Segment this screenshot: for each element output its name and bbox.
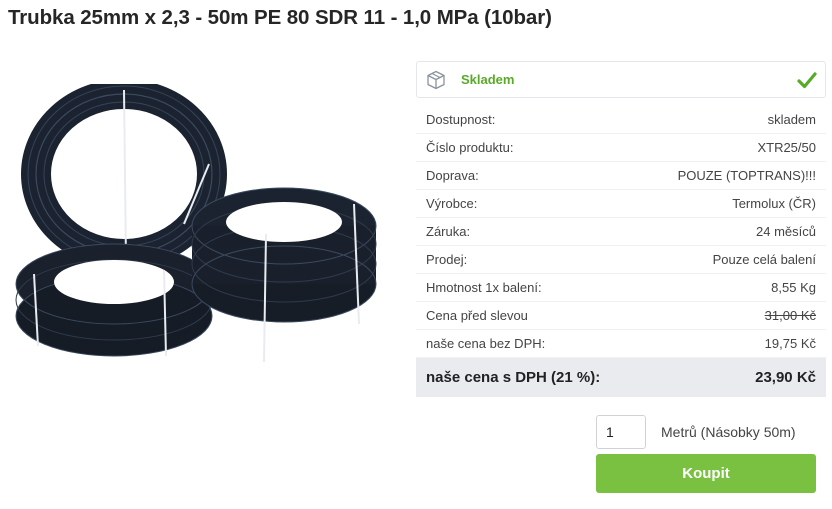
quantity-unit-label: Metrů (Násobky 50m) bbox=[661, 424, 796, 440]
param-value: XTR25/50 bbox=[757, 140, 816, 155]
quantity-row: Metrů (Násobky 50m) bbox=[596, 415, 816, 449]
param-value: POUZE (TOPTRANS)!!! bbox=[677, 168, 816, 183]
param-row-price-before-discount: Cena před slevou 31,00 Kč bbox=[416, 302, 826, 330]
pipe-coils-image bbox=[15, 84, 377, 363]
param-value: 19,75 Kč bbox=[764, 336, 816, 351]
product-params-table: Dostupnost: skladem Číslo produktu: XTR2… bbox=[416, 106, 826, 397]
final-price-label: naše cena s DPH (21 %): bbox=[426, 369, 601, 386]
param-label: Číslo produktu: bbox=[426, 140, 514, 155]
param-value: 24 měsíců bbox=[756, 224, 816, 239]
price-with-vat-row: naše cena s DPH (21 %): 23,90 Kč bbox=[416, 358, 826, 397]
box-icon bbox=[427, 70, 445, 89]
param-value: Termolux (ČR) bbox=[732, 196, 816, 211]
param-value-old-price: 31,00 Kč bbox=[764, 308, 816, 323]
param-label: Záruka: bbox=[426, 224, 471, 239]
availability-box: Skladem bbox=[416, 61, 826, 98]
param-label: Výrobce: bbox=[426, 196, 478, 211]
param-label: Doprava: bbox=[426, 168, 479, 183]
param-label: Cena před slevou bbox=[426, 308, 528, 323]
param-row-weight: Hmotnost 1x balení: 8,55 Kg bbox=[416, 274, 826, 302]
param-row-sale: Prodej: Pouze celá balení bbox=[416, 246, 826, 274]
param-value: Pouze celá balení bbox=[712, 252, 816, 267]
param-value: skladem bbox=[767, 112, 816, 127]
quantity-input[interactable] bbox=[596, 415, 646, 449]
purchase-area: Metrů (Násobky 50m) Koupit bbox=[596, 415, 816, 493]
availability-label: Skladem bbox=[461, 72, 515, 87]
buy-button[interactable]: Koupit bbox=[596, 454, 816, 493]
param-row-manufacturer: Výrobce: Termolux (ČR) bbox=[416, 190, 826, 218]
product-info-panel: Skladem Dostupnost: skladem Číslo produk… bbox=[416, 61, 826, 397]
param-row-product-number: Číslo produktu: XTR25/50 bbox=[416, 134, 826, 162]
param-label: Prodej: bbox=[426, 252, 468, 267]
product-title: Trubka 25mm x 2,3 - 50m PE 80 SDR 11 - 1… bbox=[8, 6, 552, 29]
param-row-shipping: Doprava: POUZE (TOPTRANS)!!! bbox=[416, 162, 826, 190]
final-price-value: 23,90 Kč bbox=[755, 369, 816, 386]
param-label: naše cena bez DPH: bbox=[426, 336, 546, 351]
param-row-availability: Dostupnost: skladem bbox=[416, 106, 826, 134]
param-row-price-without-vat: naše cena bez DPH: 19,75 Kč bbox=[416, 330, 826, 358]
param-label: Hmotnost 1x balení: bbox=[426, 280, 542, 295]
param-row-warranty: Záruka: 24 měsíců bbox=[416, 218, 826, 246]
param-value: 8,55 Kg bbox=[771, 280, 816, 295]
param-label: Dostupnost: bbox=[426, 112, 496, 127]
check-icon bbox=[797, 71, 817, 88]
